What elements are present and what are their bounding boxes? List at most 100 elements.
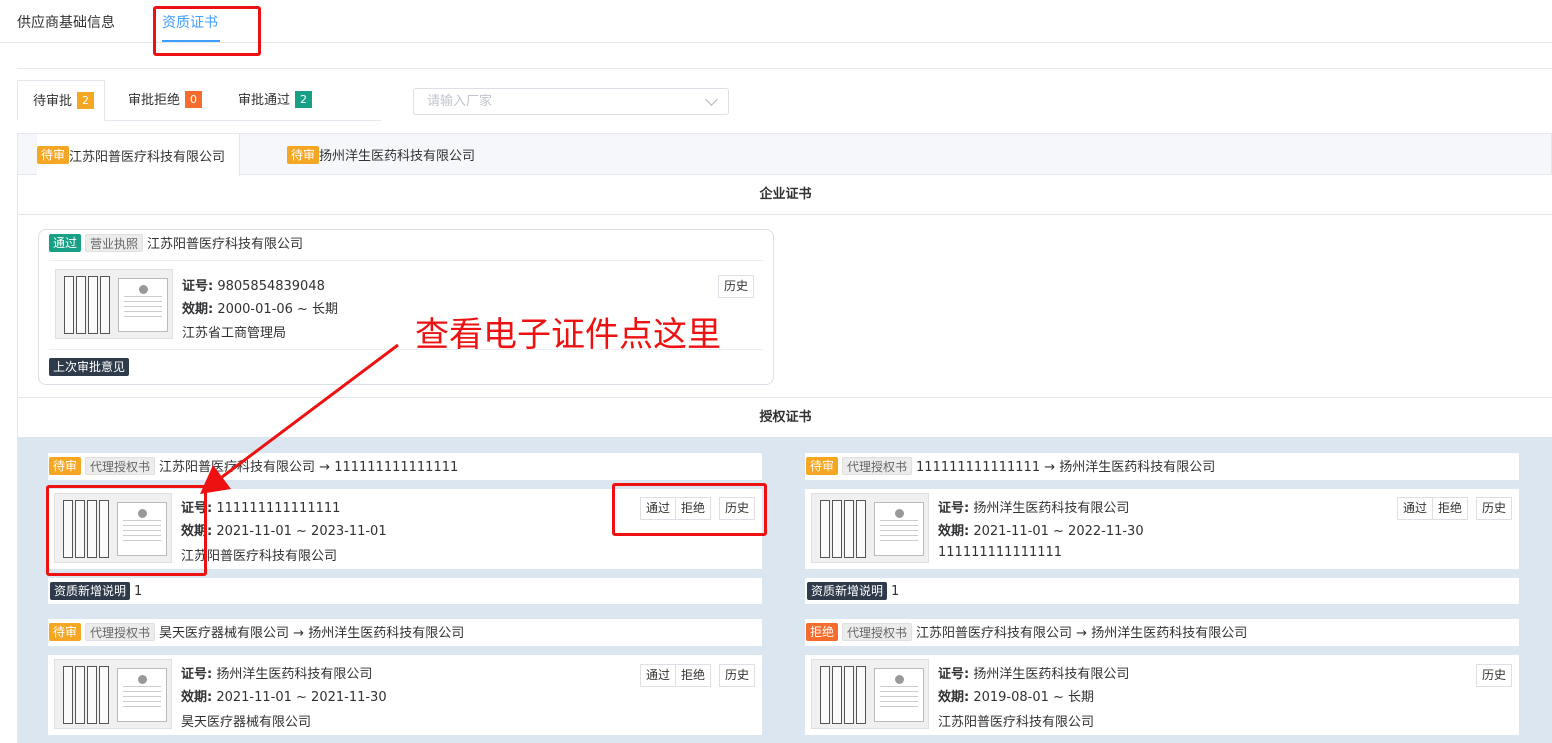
certificate-type-tag: 代理授权书 [842, 622, 913, 641]
annotation-text: 查看电子证件点这里 [415, 315, 721, 355]
vendor-search-input[interactable] [414, 89, 684, 114]
certificate-thumbnail[interactable] [811, 493, 929, 563]
tab-label: 审批拒绝 [128, 93, 181, 108]
auth-card-title-bar: 待审 代理授权书 昊天医疗器械有限公司 → 扬州洋生医药科技有限公司 [48, 619, 762, 646]
divider [17, 68, 1552, 69]
new-description-row: 资质新增说明 1 [805, 578, 1519, 604]
cert-number-label: 证号: [938, 501, 970, 516]
history-button[interactable]: 历史 [718, 275, 755, 298]
certificate-title: 江苏阳普医疗科技有限公司 → 扬州洋生医药科技有限公司 [916, 626, 1248, 641]
tab-approval-rejected[interactable]: 审批拒绝 0 [128, 80, 203, 121]
cert-number-row: 证号: 扬州洋生医药科技有限公司 [181, 663, 372, 682]
validity-value: 2021-11-01 ~ 2021-11-30 [216, 690, 387, 705]
tab-company-yangzhou-yangsheng[interactable]: 待审 扬州洋生医药科技有限公司 [287, 134, 475, 175]
annotation-highlight-tab [153, 6, 261, 56]
approval-button-group: 通过 拒绝 [640, 664, 712, 687]
certificate-type-tag: 代理授权书 [842, 456, 913, 475]
tab-label: 审批通过 [238, 93, 291, 108]
validity-value: 2019-08-01 ~ 长期 [973, 690, 1095, 705]
certificate-thumbnail[interactable] [55, 269, 173, 339]
certificate-title: 111111111111111 → 扬州洋生医药科技有限公司 [916, 460, 1216, 475]
status-badge: 待审 [806, 456, 839, 475]
cert-number-value: 9805854839048 [217, 279, 325, 294]
last-opinion-tag: 上次审批意见 [49, 358, 130, 376]
certificate-type-tag: 代理授权书 [85, 456, 156, 475]
card-title: 待审 代理授权书 江苏阳普医疗科技有限公司 → 111111111111111 [49, 456, 458, 475]
certificate-thumbnail[interactable] [54, 659, 172, 729]
company-name: 江苏阳普医疗科技有限公司 [69, 149, 226, 165]
issuer: 江苏阳普医疗科技有限公司 [938, 715, 1095, 730]
approval-button-group: 通过 拒绝 [1397, 497, 1469, 520]
status-badge: 待审 [37, 146, 70, 164]
reject-button[interactable]: 拒绝 [676, 664, 712, 687]
history-button[interactable]: 历史 [1476, 497, 1513, 520]
validity-row: 效期: 2019-08-01 ~ 长期 [938, 686, 1094, 705]
issuer: 江苏省工商管理局 [182, 326, 287, 341]
approve-button[interactable]: 通过 [640, 664, 677, 687]
last-opinion-row: 上次审批意见 [47, 358, 130, 376]
card-title: 待审 代理授权书 昊天医疗器械有限公司 → 扬州洋生医药科技有限公司 [49, 622, 464, 641]
auth-card-title-bar: 待审 代理授权书 111111111111111 → 扬州洋生医药科技有限公司 [805, 453, 1519, 480]
cert-number-value: 111111111111111 [216, 501, 341, 516]
status-badge: 通过 [49, 233, 82, 252]
section-title-authorization: 授权证书 [18, 397, 1552, 438]
validity-label: 效期: [938, 690, 970, 705]
divider [49, 260, 763, 261]
cert-number-value: 扬州洋生医药科技有限公司 [973, 667, 1130, 682]
count-badge: 2 [295, 91, 313, 108]
company-tab-bar: 待审 江苏阳普医疗科技有限公司 待审 扬州洋生医药科技有限公司 [17, 133, 1552, 176]
auth-card-title-bar: 拒绝 代理授权书 江苏阳普医疗科技有限公司 → 扬州洋生医药科技有限公司 [805, 619, 1519, 646]
tab-company-jiangsu-yangpu[interactable]: 待审 江苏阳普医疗科技有限公司 [37, 134, 241, 176]
vendor-select[interactable] [413, 88, 729, 115]
new-description-value: 1 [891, 583, 900, 599]
card-title: 待审 代理授权书 111111111111111 → 扬州洋生医药科技有限公司 [806, 456, 1215, 475]
validity-value: 2000-01-06 ~ 长期 [217, 302, 339, 317]
cert-number-value: 扬州洋生医药科技有限公司 [973, 501, 1130, 516]
status-badge: 待审 [49, 622, 82, 641]
tab-label: 待审批 [33, 94, 73, 109]
certificate-title: 江苏阳普医疗科技有限公司 → 111111111111111 [159, 460, 459, 475]
auth-card-body: 证号: 扬州洋生医药科技有限公司 效期: 2021-11-01 ~ 2022-1… [805, 489, 1519, 569]
certificate-thumbnail[interactable] [811, 659, 929, 729]
new-description-row: 资质新增说明 1 [48, 578, 762, 604]
cert-number-value: 扬州洋生医药科技有限公司 [216, 667, 373, 682]
cert-number-row: 证号: 扬州洋生医药科技有限公司 [938, 497, 1129, 516]
tab-supplier-basic-info[interactable]: 供应商基础信息 [17, 12, 115, 32]
approve-button[interactable]: 通过 [1397, 497, 1434, 520]
chevron-down-icon[interactable] [705, 93, 718, 106]
validity-row: 效期: 2000-01-06 ~ 长期 [182, 298, 338, 317]
certificate-type-tag: 代理授权书 [85, 622, 156, 641]
validity-label: 效期: [938, 524, 970, 539]
section-title-enterprise: 企业证书 [18, 175, 1552, 215]
reject-button[interactable]: 拒绝 [1433, 497, 1469, 520]
history-button[interactable]: 历史 [719, 664, 756, 687]
auth-card-title-bar: 待审 代理授权书 江苏阳普医疗科技有限公司 → 111111111111111 [48, 453, 762, 480]
validity-value: 2021-11-01 ~ 2022-11-30 [973, 524, 1144, 539]
validity-row: 效期: 2021-11-01 ~ 2023-11-01 [181, 520, 387, 539]
new-description-value: 1 [134, 583, 143, 599]
auth-card-body: 证号: 扬州洋生医药科技有限公司 效期: 2019-08-01 ~ 长期 江苏阳… [805, 655, 1519, 735]
validity-value: 2021-11-01 ~ 2023-11-01 [216, 524, 387, 539]
issuer: 111111111111111 [938, 545, 1063, 560]
history-button[interactable]: 历史 [1476, 664, 1513, 687]
cert-number-row: 证号: 9805854839048 [182, 275, 325, 294]
card-title: 通过 营业执照 江苏阳普医疗科技有限公司 [49, 233, 303, 252]
new-description-tag: 资质新增说明 [50, 582, 131, 600]
tab-approval-passed[interactable]: 审批通过 2 [238, 80, 313, 121]
cert-number-label: 证号: [938, 667, 970, 682]
annotation-highlight-buttons [612, 483, 767, 536]
cert-number-row: 证号: 扬州洋生医药科技有限公司 [938, 663, 1129, 682]
new-description-tag: 资质新增说明 [807, 582, 888, 600]
company-name: 扬州洋生医药科技有限公司 [319, 149, 476, 164]
validity-label: 效期: [182, 302, 214, 317]
validity-row: 效期: 2021-11-01 ~ 2021-11-30 [181, 686, 387, 705]
cert-number-label: 证号: [181, 667, 213, 682]
certificate-type-tag: 营业执照 [85, 233, 144, 252]
validity-label: 效期: [181, 690, 213, 705]
certificate-title: 昊天医疗器械有限公司 → 扬州洋生医药科技有限公司 [159, 626, 465, 641]
tab-pending-approval[interactable]: 待审批 2 [17, 80, 106, 121]
annotation-highlight-thumbnail [46, 485, 207, 576]
issuer: 昊天医疗器械有限公司 [181, 715, 312, 730]
validity-row: 效期: 2021-11-01 ~ 2022-11-30 [938, 520, 1144, 539]
status-badge: 拒绝 [806, 622, 839, 641]
